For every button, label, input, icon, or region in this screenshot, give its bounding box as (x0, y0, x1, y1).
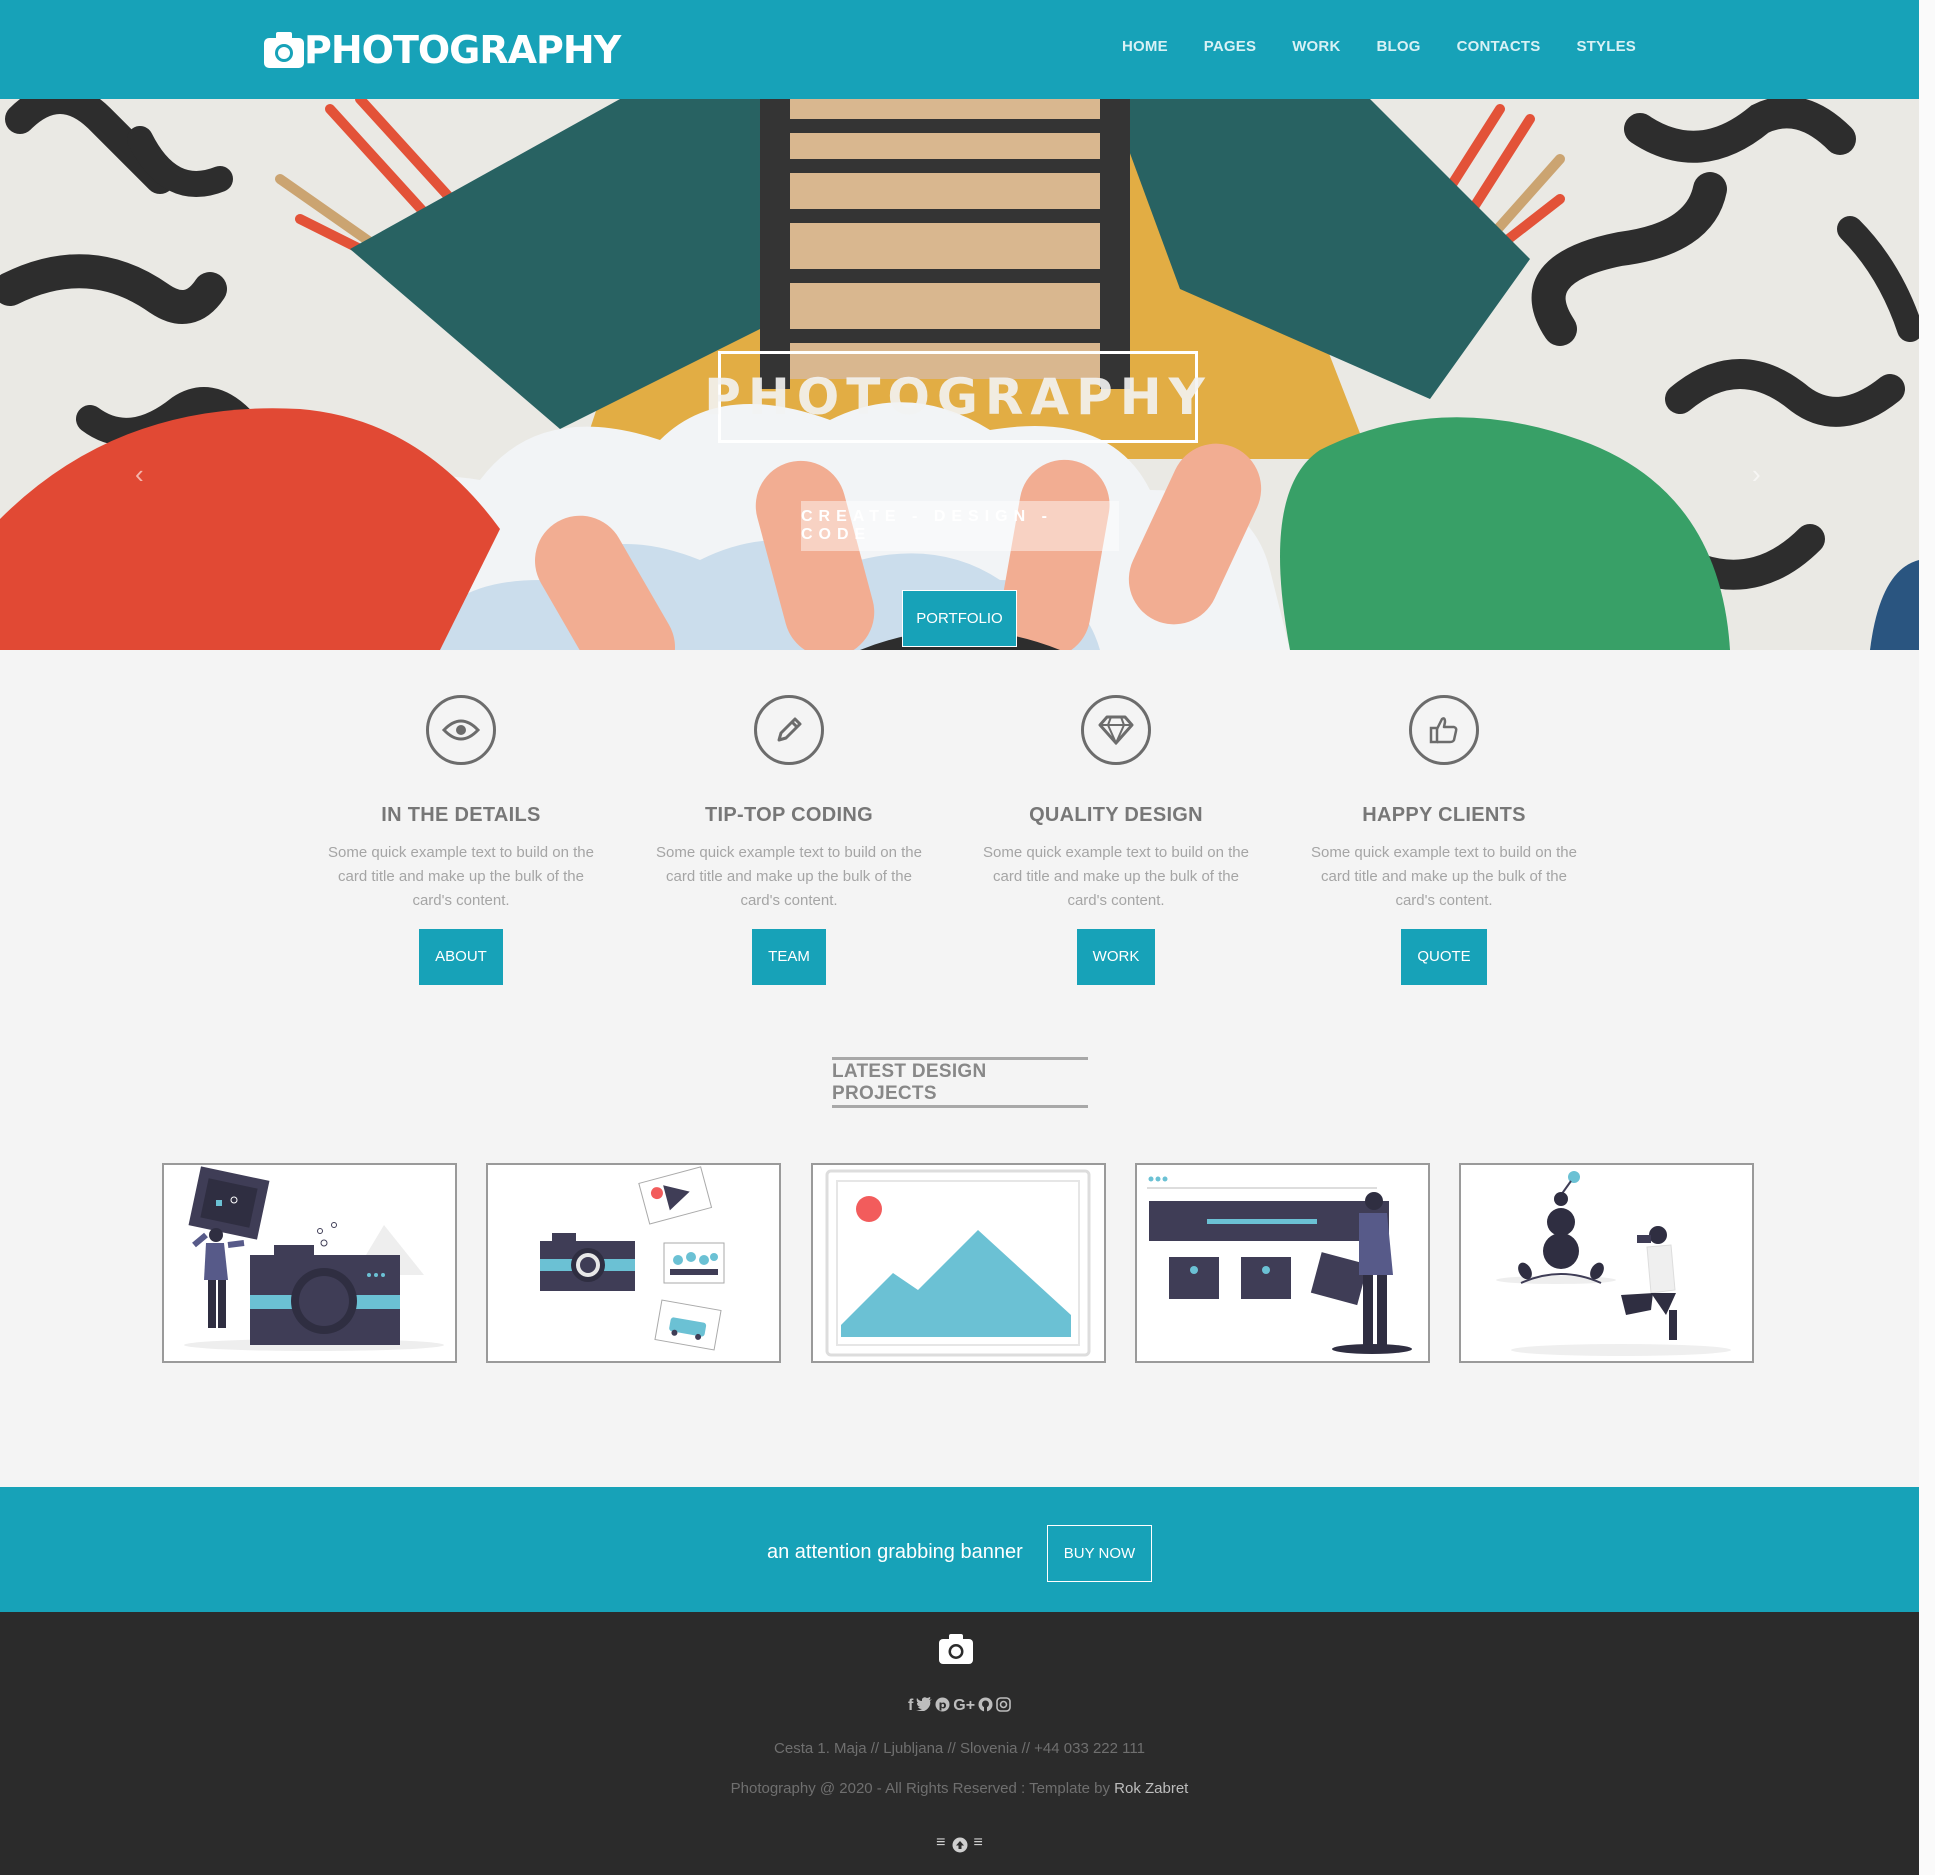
project-thumbnail[interactable] (1459, 1163, 1754, 1363)
feature-title: TIP-TOP CODING (705, 804, 873, 826)
team-button[interactable]: TEAM (752, 929, 826, 985)
buy-now-button[interactable]: BUY NOW (1047, 1525, 1152, 1582)
page-scrollbar[interactable] (1919, 0, 1935, 1875)
camera-photos-illustration (540, 1166, 725, 1351)
photographer-camera-illustration (184, 1166, 444, 1351)
main-nav: HOME PAGES WORK BLOG CONTACTS STYLES (1086, 38, 1636, 55)
hero-subtitle-box: CREATE - DESIGN - CODE (801, 501, 1119, 551)
feature-text: Some quick example text to build on the … (983, 844, 1249, 909)
brand-logo[interactable]: PHOTOGRAPHY (264, 28, 621, 72)
nav-home[interactable]: HOME (1122, 38, 1168, 55)
footer-address: Cesta 1. Maja // Ljubljana // Slovenia /… (774, 1740, 1145, 1757)
brand-name: PHOTOGRAPHY (304, 28, 621, 72)
nav-blog[interactable]: BLOG (1376, 38, 1420, 55)
feature-title: IN THE DETAILS (381, 804, 541, 826)
camera-icon (939, 1634, 973, 1664)
feature-title: QUALITY DESIGN (1029, 804, 1203, 826)
facebook-icon[interactable]: f (908, 1697, 913, 1715)
promo-banner: an attention grabbing banner BUY NOW (0, 1487, 1919, 1612)
nav-contacts[interactable]: CONTACTS (1457, 38, 1541, 55)
pinterest-icon[interactable]: p (935, 1697, 950, 1712)
instagram-icon[interactable] (996, 1697, 1011, 1712)
hero-title: PHOTOGRAPHY (704, 368, 1212, 426)
projects-section-title: LATEST DESIGN PROJECTS (832, 1057, 1088, 1108)
project-thumbnail[interactable] (162, 1163, 457, 1363)
footer: f p G+ Cesta 1. Maja // Ljubljana // Slo… (0, 1612, 1919, 1875)
landscape-image-illustration (825, 1169, 1091, 1357)
github-icon[interactable] (978, 1697, 993, 1712)
menu-lines-icon: ≡ (936, 1834, 946, 1851)
feature-text: Some quick example text to build on the … (656, 844, 922, 909)
project-thumbnail[interactable] (1135, 1163, 1430, 1363)
project-thumbnail[interactable] (811, 1163, 1106, 1363)
about-button[interactable]: ABOUT (419, 929, 503, 985)
website-design-illustration (1147, 1176, 1412, 1354)
navbar: PHOTOGRAPHY HOME PAGES WORK BLOG CONTACT… (0, 0, 1919, 99)
thumbs-up-icon (1409, 695, 1479, 765)
carousel-next-icon[interactable]: › (1752, 459, 1761, 490)
camera-icon (264, 32, 304, 68)
google-plus-icon[interactable]: G+ (953, 1697, 975, 1715)
hero-carousel: ‹ › PHOTOGRAPHY CREATE - DESIGN - CODE P… (0, 99, 1919, 650)
pencil-icon (754, 695, 824, 765)
footer-copyright: Photography @ 2020 - All Rights Reserved… (0, 1780, 1919, 1797)
author-link[interactable]: Rok Zabret (1114, 1780, 1188, 1797)
feature-card: QUALITY DESIGN Some quick example text t… (966, 695, 1266, 985)
nav-pages[interactable]: PAGES (1204, 38, 1256, 55)
svg-text:p: p (939, 1699, 947, 1712)
photographer-balance-illustration (1496, 1171, 1731, 1356)
portfolio-button[interactable]: PORTFOLIO (902, 590, 1017, 647)
copyright-text: Photography @ 2020 - All Rights Reserved… (730, 1780, 1115, 1797)
feature-text: Some quick example text to build on the … (328, 844, 594, 909)
nav-work[interactable]: WORK (1292, 38, 1340, 55)
carousel-prev-icon[interactable]: ‹ (135, 459, 144, 490)
banner-text: an attention grabbing banner (767, 1541, 1023, 1563)
feature-title: HAPPY CLIENTS (1362, 804, 1526, 826)
eye-icon (426, 695, 496, 765)
project-thumbnail[interactable] (486, 1163, 781, 1363)
hero-subtitle: CREATE - DESIGN - CODE (801, 508, 1053, 543)
social-links: f p G+ (0, 1697, 1919, 1715)
diamond-icon (1081, 695, 1151, 765)
feature-text: Some quick example text to build on the … (1311, 844, 1577, 909)
back-to-top-icon[interactable] (952, 1837, 968, 1853)
hero-title-box: PHOTOGRAPHY (704, 351, 1205, 443)
footer-bottom-icons: ≡ ≡ (0, 1834, 1919, 1853)
feature-card: IN THE DETAILS Some quick example text t… (311, 695, 611, 985)
nav-styles[interactable]: STYLES (1576, 38, 1636, 55)
quote-button[interactable]: QUOTE (1401, 929, 1487, 985)
feature-card: TIP-TOP CODING Some quick example text t… (639, 695, 939, 985)
menu-lines-icon: ≡ (973, 1834, 983, 1851)
twitter-icon[interactable] (916, 1697, 933, 1711)
work-button[interactable]: WORK (1076, 929, 1156, 985)
feature-card: HAPPY CLIENTS Some quick example text to… (1294, 695, 1594, 985)
